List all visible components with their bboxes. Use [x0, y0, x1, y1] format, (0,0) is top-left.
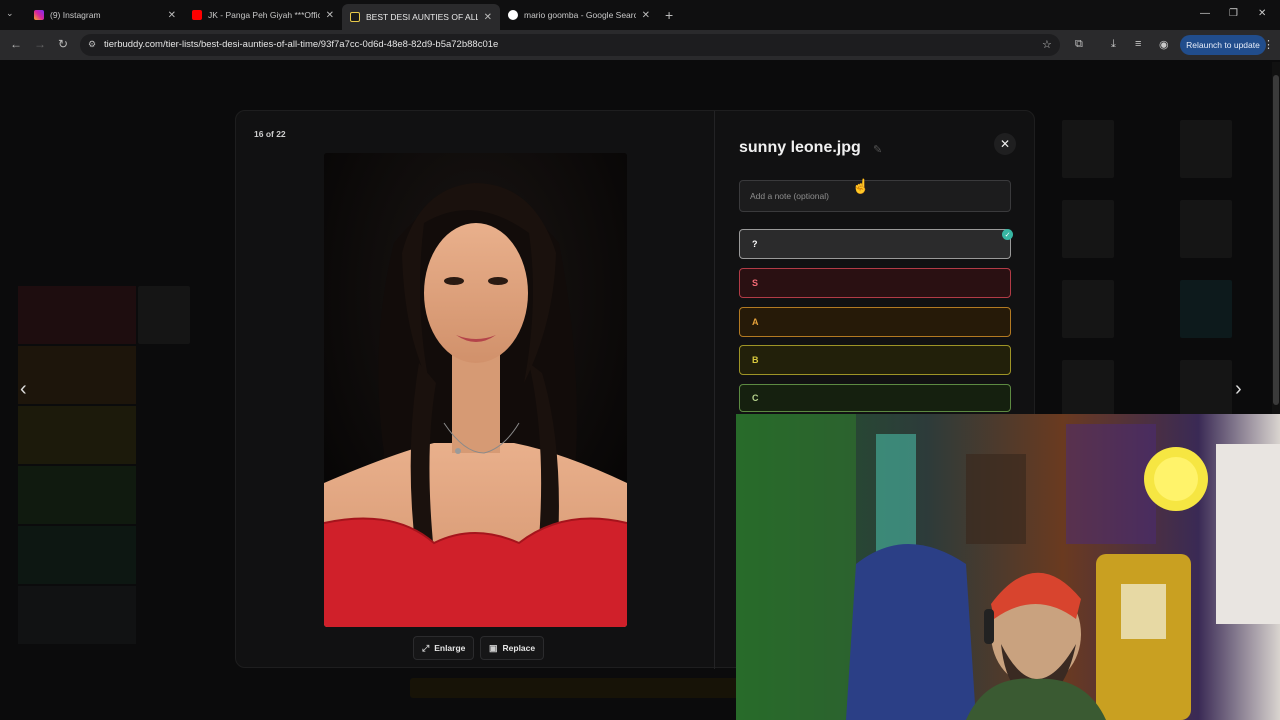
tier-option-b[interactable]: B — [739, 345, 1011, 375]
browser-toolbar: ← → ↻ ⚙ tierbuddy.com/tier-lists/best-de… — [0, 30, 1280, 60]
tab-instagram[interactable]: (9) Instagram ✕ — [26, 4, 184, 26]
modal-divider — [714, 111, 715, 669]
webcam-video — [736, 414, 1280, 720]
youtube-icon — [192, 10, 202, 20]
tab-title: (9) Instagram — [50, 10, 101, 20]
dim-thumbnail — [1062, 200, 1114, 258]
forward-icon[interactable]: → — [34, 37, 46, 51]
close-tab-icon[interactable]: ✕ — [484, 12, 492, 23]
dim-tier-row — [18, 346, 136, 404]
tier-option-a[interactable]: A — [739, 307, 1011, 337]
restore-icon[interactable]: ❐ — [1229, 8, 1238, 19]
dim-thumbnail — [1062, 120, 1114, 178]
tab-google[interactable]: mario goomba - Google Search ✕ — [500, 4, 658, 26]
tier-label: B — [752, 355, 759, 365]
instagram-icon — [34, 10, 44, 20]
pencil-icon[interactable]: ✎ — [873, 143, 882, 156]
extensions-icon[interactable]: ⧉ — [1075, 38, 1083, 51]
image-icon: ▣ — [489, 642, 498, 653]
tier-label: S — [752, 278, 759, 288]
dim-tier-row — [18, 406, 136, 464]
note-input[interactable] — [739, 180, 1011, 212]
tab-title: BEST DESI AUNTIES OF ALL TIME — [366, 12, 478, 22]
dim-tier-row — [18, 466, 136, 524]
tier-label: C — [752, 393, 759, 403]
dim-thumbnail — [1180, 200, 1232, 258]
minimize-icon[interactable]: — — [1200, 8, 1210, 19]
address-bar[interactable]: ⚙ tierbuddy.com/tier-lists/best-desi-aun… — [80, 34, 1060, 56]
close-tab-icon[interactable]: ✕ — [326, 10, 334, 21]
google-icon — [508, 10, 518, 20]
dim-thumbnail — [1062, 360, 1114, 418]
dim-tier-row — [18, 526, 136, 584]
webcam-overlay — [736, 414, 1280, 720]
dim-bottom-bar — [410, 678, 740, 698]
tab-title: mario goomba - Google Search — [524, 10, 636, 20]
close-tab-icon[interactable]: ✕ — [642, 10, 650, 21]
tab-title: JK - Panga Peh Giyah ***Official — [208, 10, 320, 20]
profile-icon[interactable]: ◉ — [1159, 38, 1169, 51]
dim-thumbnail — [1180, 120, 1232, 178]
tier-label: A — [752, 317, 759, 327]
item-photo — [324, 153, 627, 627]
image-name-title[interactable]: sunny leone.jpg — [739, 139, 861, 157]
image-counter: 16 of 22 — [254, 129, 286, 139]
tier-option-s[interactable]: S — [739, 268, 1011, 298]
media-icon[interactable]: ≡ — [1135, 38, 1141, 50]
dim-thumbnail — [1180, 360, 1232, 418]
tab-strip: ⌄ (9) Instagram ✕ JK - Panga Peh Giyah *… — [0, 0, 1280, 30]
close-tab-icon[interactable]: ✕ — [168, 10, 176, 21]
replace-label: Replace — [502, 643, 536, 653]
tier-option-c[interactable]: C — [739, 384, 1011, 412]
new-tab-button[interactable]: + — [665, 7, 673, 23]
close-icon: ✕ — [999, 137, 1011, 151]
site-info-icon[interactable]: ⚙ — [88, 39, 99, 50]
next-image-arrow-icon[interactable]: › — [1235, 378, 1242, 401]
reload-icon[interactable]: ↻ — [58, 37, 68, 51]
tab-youtube[interactable]: JK - Panga Peh Giyah ***Official ✕ — [184, 4, 342, 26]
check-icon: ✓ — [1002, 229, 1013, 240]
portrait-image — [324, 153, 627, 627]
url-text: tierbuddy.com/tier-lists/best-desi-aunti… — [104, 39, 499, 50]
mouse-cursor-icon: ☝ — [852, 178, 870, 194]
tab-search-icon[interactable]: ⌄ — [6, 8, 14, 19]
dim-thumbnail — [138, 286, 190, 344]
close-window-icon[interactable]: ✕ — [1258, 8, 1266, 19]
back-icon[interactable]: ← — [10, 37, 22, 51]
bookmark-star-icon[interactable]: ☆ — [1042, 38, 1052, 51]
replace-button[interactable]: ▣ Replace — [480, 636, 545, 660]
close-modal-button[interactable]: ✕ — [994, 133, 1016, 155]
tierbuddy-icon — [350, 12, 360, 22]
tier-option-unranked[interactable]: ? — [739, 229, 1011, 259]
enlarge-button[interactable]: ⤢ Enlarge — [413, 636, 475, 660]
expand-icon: ⤢ — [422, 642, 430, 653]
previous-image-arrow-icon[interactable]: ‹ — [20, 378, 27, 401]
dim-tier-row — [18, 286, 136, 344]
relaunch-button[interactable]: Relaunch to update — [1180, 35, 1266, 55]
dim-thumbnail — [1180, 280, 1232, 338]
tier-label: ? — [752, 239, 758, 249]
downloads-icon[interactable]: ⤓ — [1111, 38, 1116, 51]
scrollbar-thumb[interactable] — [1273, 75, 1279, 405]
dim-tier-row — [18, 586, 136, 644]
dim-thumbnail — [1062, 280, 1114, 338]
enlarge-label: Enlarge — [434, 643, 466, 653]
tab-tierbuddy[interactable]: BEST DESI AUNTIES OF ALL TIME ✕ — [342, 4, 500, 30]
